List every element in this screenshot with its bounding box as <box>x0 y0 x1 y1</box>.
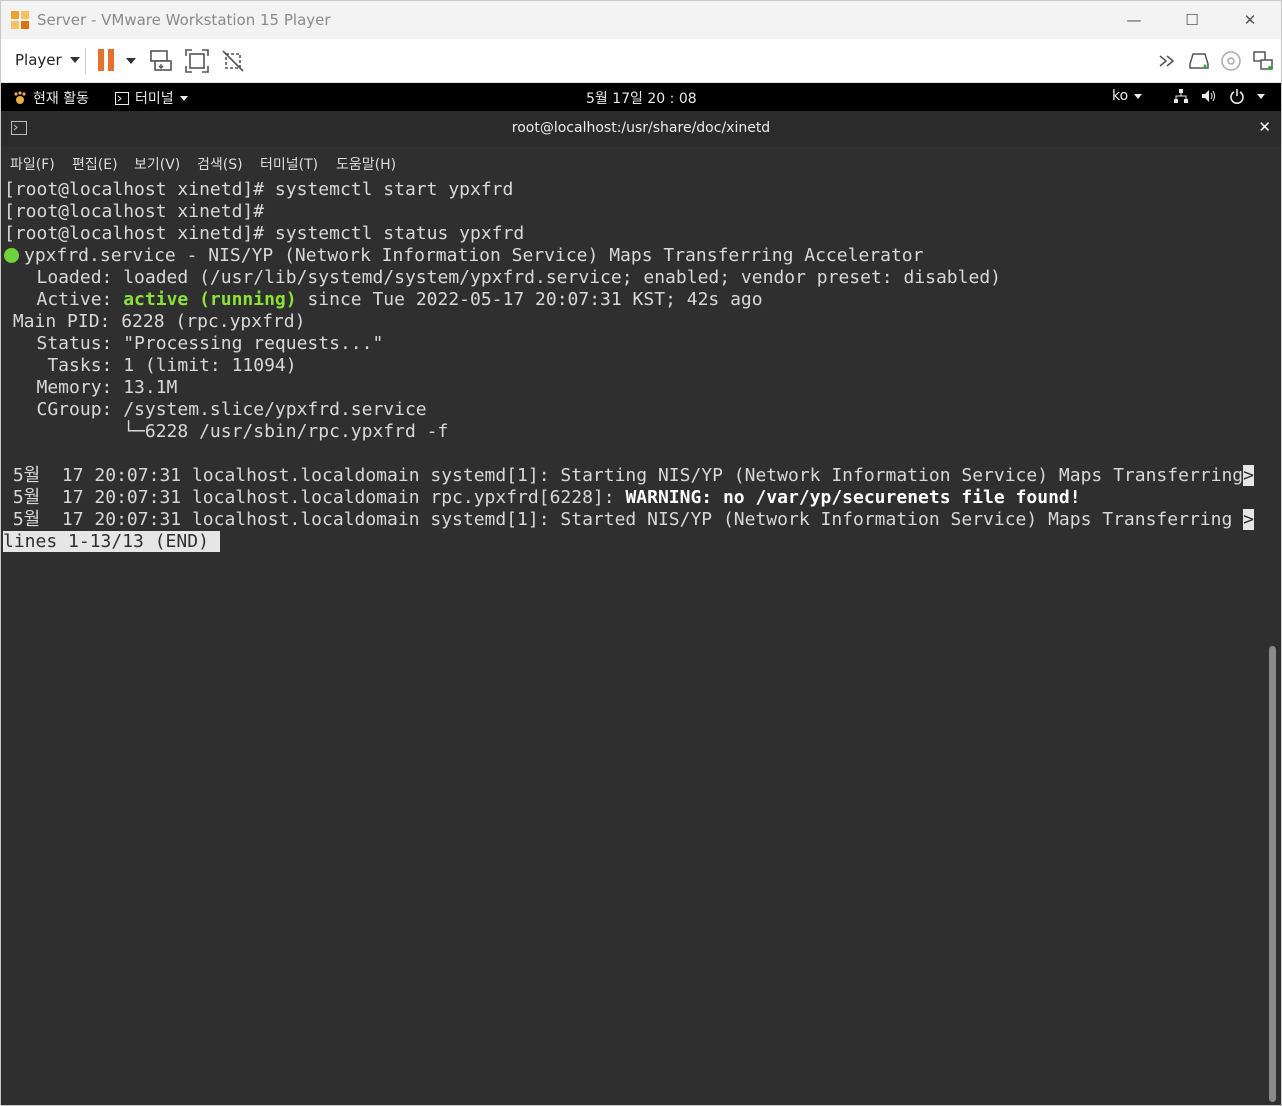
chevron-down-icon <box>69 57 80 63</box>
terminal-header: root@localhost:/usr/share/doc/xinetd ✕ <box>1 111 1281 147</box>
terminal-close-button[interactable]: ✕ <box>1258 118 1271 136</box>
activities-label: 현재 활동 <box>33 91 89 107</box>
terminal-line: Tasks: 1 (limit: 11094) <box>4 355 297 376</box>
terminal-title: root@localhost:/usr/share/doc/xinetd <box>511 120 771 136</box>
close-icon: ✕ <box>1243 11 1257 29</box>
terminal-line: Loaded: loaded (/usr/lib/systemd/system/… <box>4 267 1002 288</box>
log-entry: 5월 17 20:07:31 localhost.localdomain rpc… <box>2 487 626 508</box>
terminal-line: └─6228 /usr/sbin/rpc.ypxfrd -f <box>4 421 449 442</box>
language-label: ko <box>1112 88 1129 104</box>
terminal-menu-bar: 파일(F) 편집(E) 보기(V) 검색(S) 터미널(T) 도움말(H) <box>1 147 1281 178</box>
active-label: Active: <box>4 289 124 310</box>
vmware-app-icon <box>11 11 29 29</box>
minimize-button[interactable]: — <box>1105 1 1163 39</box>
maximize-button[interactable]: ☐ <box>1163 1 1221 39</box>
line-truncated-marker: > <box>1243 465 1254 486</box>
terminal-line: 5월 17 20:07:31 localhost.localdomain sys… <box>2 509 1254 531</box>
close-icon: ✕ <box>1258 118 1271 136</box>
menu-search[interactable]: 검색(S) <box>197 154 243 174</box>
terminal-line: [root@localhost xinetd]# systemctl start… <box>4 179 514 200</box>
terminal-line: [root@localhost xinetd]# <box>4 201 265 222</box>
cursor-block <box>208 531 220 552</box>
log-entry: 5월 17 20:07:31 localhost.localdomain sys… <box>2 509 1244 530</box>
menu-view[interactable]: 보기(V) <box>134 154 180 174</box>
maximize-icon: ☐ <box>1185 11 1199 29</box>
terminal-line: 5월 17 20:07:31 localhost.localdomain sys… <box>2 465 1254 487</box>
active-state: active (running) <box>123 289 297 310</box>
pager-status-text: lines 1-13/13 (END) <box>3 531 209 552</box>
clock-label: 5월 17일 20 : 08 <box>586 91 697 107</box>
log-entry: 5월 17 20:07:31 localhost.localdomain sys… <box>2 465 1244 486</box>
menu-help[interactable]: 도움말(H) <box>336 154 396 174</box>
line-truncated-marker: > <box>1243 509 1254 530</box>
activities-button[interactable]: 현재 활동 <box>13 88 89 108</box>
terminal-line: Active: active (running) since Tue 2022-… <box>4 289 763 311</box>
chevron-down-icon <box>1257 93 1265 99</box>
terminal-line: 5월 17 20:07:31 localhost.localdomain rpc… <box>2 487 1081 509</box>
service-description: ypxfrd.service - NIS/YP (Network Informa… <box>24 245 924 266</box>
unity-mode-icon[interactable] <box>220 48 246 74</box>
toolbar-divider <box>85 48 86 74</box>
terminal-line: Main PID: 6228 (rpc.ypxfrd) <box>2 311 306 332</box>
terminal-line: CGroup: /system.slice/ypxfrd.service <box>4 399 427 420</box>
menu-edit[interactable]: 편집(E) <box>72 154 118 174</box>
fast-forward-icon[interactable] <box>1157 49 1181 73</box>
pager-status: lines 1-13/13 (END) <box>3 531 220 553</box>
title-bar: Server - VMware Workstation 15 Player — … <box>1 1 1281 39</box>
terminal-app-menu[interactable]: 터미널 <box>115 88 188 108</box>
terminal-scrollbar[interactable] <box>1269 646 1276 1102</box>
gnome-foot-icon <box>14 91 26 104</box>
input-method-button[interactable]: ko <box>1112 88 1143 104</box>
send-ctrl-alt-del-icon[interactable] <box>148 48 174 74</box>
hdd-icon[interactable] <box>1187 49 1211 73</box>
log-warning: WARNING: no /var/yp/securenets file foun… <box>625 487 1081 508</box>
close-button[interactable]: ✕ <box>1221 1 1279 39</box>
terminal-line: [root@localhost xinetd]# systemctl statu… <box>4 223 525 244</box>
terminal-line: Status: "Processing requests..." <box>4 333 384 354</box>
terminal-line: ypxfrd.service - NIS/YP (Network Informa… <box>4 245 923 267</box>
player-menu-label: Player <box>15 51 62 69</box>
system-menu[interactable] <box>1173 88 1265 104</box>
vmware-toolbar: Player <box>1 39 1281 83</box>
network-wired-icon <box>1174 89 1188 103</box>
fullscreen-icon[interactable] <box>184 48 210 74</box>
network-icon[interactable] <box>1251 49 1275 73</box>
clock[interactable]: 5월 17일 20 : 08 <box>586 88 697 108</box>
window-title: Server - VMware Workstation 15 Player <box>37 11 331 29</box>
terminal-app-label: 터미널 <box>135 91 174 107</box>
gnome-top-bar: 현재 활동 터미널 5월 17일 20 : 08 ko <box>1 83 1281 111</box>
terminal-icon <box>115 91 129 105</box>
minimize-icon: — <box>1126 11 1142 29</box>
vmware-window: Server - VMware Workstation 15 Player — … <box>0 0 1282 1106</box>
active-since: since Tue 2022-05-17 20:07:31 KST; 42s a… <box>296 289 763 310</box>
chevron-down-icon <box>1134 93 1143 99</box>
menu-terminal[interactable]: 터미널(T) <box>260 154 318 174</box>
terminal-output[interactable]: [root@localhost xinetd]# systemctl start… <box>1 178 1281 1105</box>
service-status-dot-icon <box>4 248 19 263</box>
menu-file[interactable]: 파일(F) <box>10 154 55 174</box>
power-icon <box>1230 89 1244 104</box>
cd-icon[interactable] <box>1219 49 1243 73</box>
terminal-line: Memory: 13.1M <box>4 377 178 398</box>
volume-icon <box>1202 90 1215 102</box>
chevron-down-icon <box>179 95 188 101</box>
pause-dropdown-icon[interactable] <box>126 58 136 64</box>
player-menu-button[interactable]: Player <box>15 51 80 69</box>
pause-icon[interactable] <box>98 49 116 71</box>
